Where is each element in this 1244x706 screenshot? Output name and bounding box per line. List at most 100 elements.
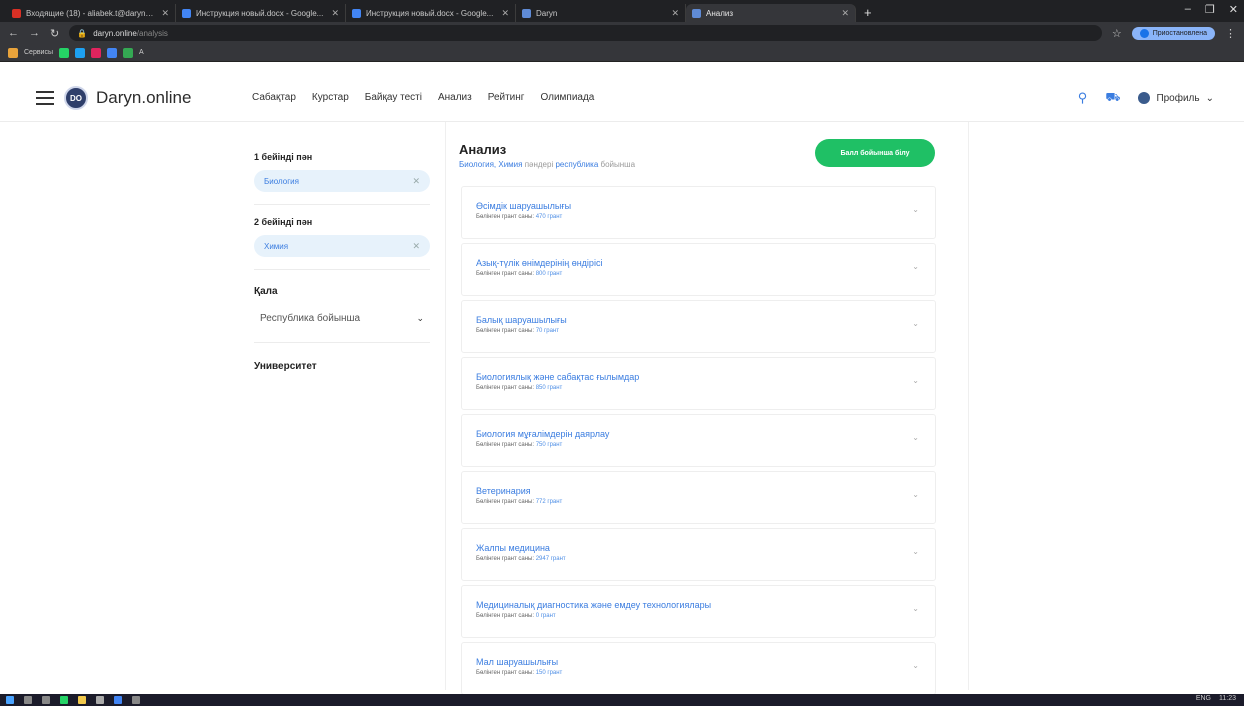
chevron-down-icon[interactable]: ⌄ xyxy=(912,319,919,328)
close-tab-icon[interactable]: ✕ xyxy=(501,8,509,19)
specialty-card[interactable]: Медициналық диагностика және емдеу техно… xyxy=(461,585,936,638)
specialty-name[interactable]: Жалпы медицина xyxy=(476,543,935,553)
specialty-card[interactable]: Балық шаруашылығы Бөлінген грант саны: 70… xyxy=(461,300,936,353)
specialty-name[interactable]: Өсімдік шаруашылығы xyxy=(476,201,935,211)
subject2-chip[interactable]: Химия ✕ xyxy=(254,235,430,257)
city-label: Қала xyxy=(254,286,278,297)
profile-menu[interactable]: Профиль ⌄ xyxy=(1138,92,1214,104)
restore-icon[interactable]: ❐ xyxy=(1205,3,1215,16)
folder-icon[interactable] xyxy=(78,696,86,704)
search-icon[interactable] xyxy=(24,696,32,704)
logo-mark: DO xyxy=(64,86,88,110)
profile-label: Профиль xyxy=(1156,92,1200,104)
specialty-name[interactable]: Медициналық диагностика және емдеу техно… xyxy=(476,600,935,610)
city-select[interactable]: Республика бойынша ⌄ xyxy=(254,313,430,324)
back-icon[interactable]: ← xyxy=(8,27,19,39)
browser-tab[interactable]: Анализ ✕ xyxy=(686,4,856,22)
new-tab-icon[interactable]: + xyxy=(856,4,880,22)
bookmark-icon[interactable] xyxy=(107,47,118,58)
chevron-down-icon[interactable]: ⌄ xyxy=(912,376,919,385)
menu-kebab-icon[interactable]: ⋮ xyxy=(1225,27,1236,40)
column-divider xyxy=(968,122,969,690)
specialty-card[interactable]: Азық-түлік өнімдерінің өндірісі Бөлінген … xyxy=(461,243,936,296)
close-icon[interactable]: ✕ xyxy=(412,241,420,252)
specialty-name[interactable]: Мал шаруашылығы xyxy=(476,657,935,667)
task-view-icon[interactable] xyxy=(42,696,50,704)
subject1-value: Биология xyxy=(264,176,299,186)
specialty-card[interactable]: Биология мұғалімдерін даярлау Бөлінген гр… xyxy=(461,414,936,467)
bookmark-icon[interactable] xyxy=(75,47,86,58)
nav-trial-test[interactable]: Байқау тесті xyxy=(365,92,422,103)
bookmark-label[interactable]: A xyxy=(139,49,144,56)
browser-tab[interactable]: Входящие (18) - aliabek.t@daryn.online -… xyxy=(6,4,176,22)
bookmark-icon[interactable] xyxy=(91,47,102,58)
chevron-down-icon[interactable]: ⌄ xyxy=(912,604,919,613)
forward-icon[interactable]: → xyxy=(29,27,40,39)
app-icon[interactable] xyxy=(96,696,104,704)
subject1-label: 1 бейінді пән xyxy=(254,152,313,162)
windows-start-icon[interactable] xyxy=(6,696,14,704)
nav-olympiad[interactable]: Олимпиада xyxy=(540,92,594,103)
logo[interactable]: DO Daryn.online xyxy=(64,86,191,110)
close-icon[interactable]: ✕ xyxy=(412,176,420,187)
specialty-card[interactable]: Өсімдік шаруашылығы Бөлінген грант саны: … xyxy=(461,186,936,239)
chrome-icon[interactable] xyxy=(114,696,122,704)
browser-tab[interactable]: Инструкция новый.docx - Google... ✕ xyxy=(176,4,346,22)
grant-count-value: 150 грант xyxy=(535,670,563,676)
specialty-card[interactable]: Ветеринария Бөлінген грант саны: 772 гран… xyxy=(461,471,936,524)
grant-count-value: 850 грант xyxy=(535,385,563,391)
app-icon[interactable] xyxy=(132,696,140,704)
tab-title: Daryn xyxy=(536,8,558,18)
close-window-icon[interactable]: ✕ xyxy=(1229,3,1238,16)
profile-paused-button[interactable]: Приостановлена xyxy=(1131,26,1215,40)
specialty-card[interactable]: Жалпы медицина Бөлінген грант саны: 2947 … xyxy=(461,528,936,581)
bookmark-label[interactable]: Сервисы xyxy=(24,49,53,56)
clock[interactable]: 11:23 xyxy=(1219,695,1236,702)
bookmark-icon[interactable] xyxy=(123,47,134,58)
close-tab-icon[interactable]: ✕ xyxy=(161,8,169,19)
chevron-down-icon[interactable]: ⌄ xyxy=(912,490,919,499)
grant-count-value: 70 грант xyxy=(535,328,559,334)
browser-tab[interactable]: Daryn ✕ xyxy=(516,4,686,22)
search-icon[interactable]: ⚲ xyxy=(1078,90,1088,106)
reload-icon[interactable]: ↻ xyxy=(50,27,59,40)
language-indicator[interactable]: ENG xyxy=(1196,695,1211,702)
nav-lessons[interactable]: Сабақтар xyxy=(252,92,296,103)
university-label[interactable]: Университет xyxy=(254,361,430,372)
browser-tab[interactable]: Инструкция новый.docx - Google... ✕ xyxy=(346,4,516,22)
nav-rating[interactable]: Рейтинг xyxy=(488,92,525,103)
specialty-name[interactable]: Биологиялық және сабақтас ғылымдар xyxy=(476,372,935,382)
close-tab-icon[interactable]: ✕ xyxy=(331,8,339,19)
whatsapp-icon[interactable] xyxy=(60,696,68,704)
specialty-name[interactable]: Ветеринария xyxy=(476,486,935,496)
specialty-name[interactable]: Балық шаруашылығы xyxy=(476,315,935,325)
minimize-icon[interactable]: – xyxy=(1185,3,1191,16)
nav-courses[interactable]: Курстар xyxy=(312,92,349,103)
grant-count-label: Бөлінген грант саны: xyxy=(476,670,535,676)
specialty-card[interactable]: Мал шаруашылығы Бөлінген грант саны: 150 … xyxy=(461,642,936,695)
chevron-down-icon[interactable]: ⌄ xyxy=(912,205,919,214)
chevron-down-icon[interactable]: ⌄ xyxy=(912,262,919,271)
grant-count-value: 750 грант xyxy=(535,442,563,448)
specialty-name[interactable]: Биология мұғалімдерін даярлау xyxy=(476,429,935,439)
chevron-down-icon[interactable]: ⌄ xyxy=(912,547,919,556)
logo-text: Daryn.online xyxy=(96,88,192,107)
hamburger-menu-icon[interactable] xyxy=(36,91,54,105)
bookmark-icon[interactable] xyxy=(59,47,70,58)
star-icon[interactable]: ☆ xyxy=(1112,27,1122,40)
close-tab-icon[interactable]: ✕ xyxy=(841,8,849,19)
specialty-card[interactable]: Биологиялық және сабақтас ғылымдар Бөлінг… xyxy=(461,357,936,410)
close-tab-icon[interactable]: ✕ xyxy=(671,8,679,19)
nav-analysis[interactable]: Анализ xyxy=(438,92,472,103)
address-bar[interactable]: 🔒 daryn.online/analysis xyxy=(69,25,1102,41)
know-by-score-button[interactable]: Балл бойынша білу xyxy=(815,139,935,167)
subject1-chip[interactable]: Биология ✕ xyxy=(254,170,430,192)
specialty-name[interactable]: Азық-түлік өнімдерінің өндірісі xyxy=(476,258,935,268)
bookmarks-bar: Сервисы A xyxy=(0,44,1244,62)
cart-icon[interactable]: ⛟ xyxy=(1105,90,1120,106)
divider xyxy=(254,269,430,270)
chevron-down-icon[interactable]: ⌄ xyxy=(912,433,919,442)
bookmark-icon[interactable] xyxy=(8,47,18,58)
chevron-down-icon[interactable]: ⌄ xyxy=(912,661,919,670)
filters-sidebar: 1 бейінді пән Биология ✕ 2 бейінді пән Х… xyxy=(254,122,430,372)
